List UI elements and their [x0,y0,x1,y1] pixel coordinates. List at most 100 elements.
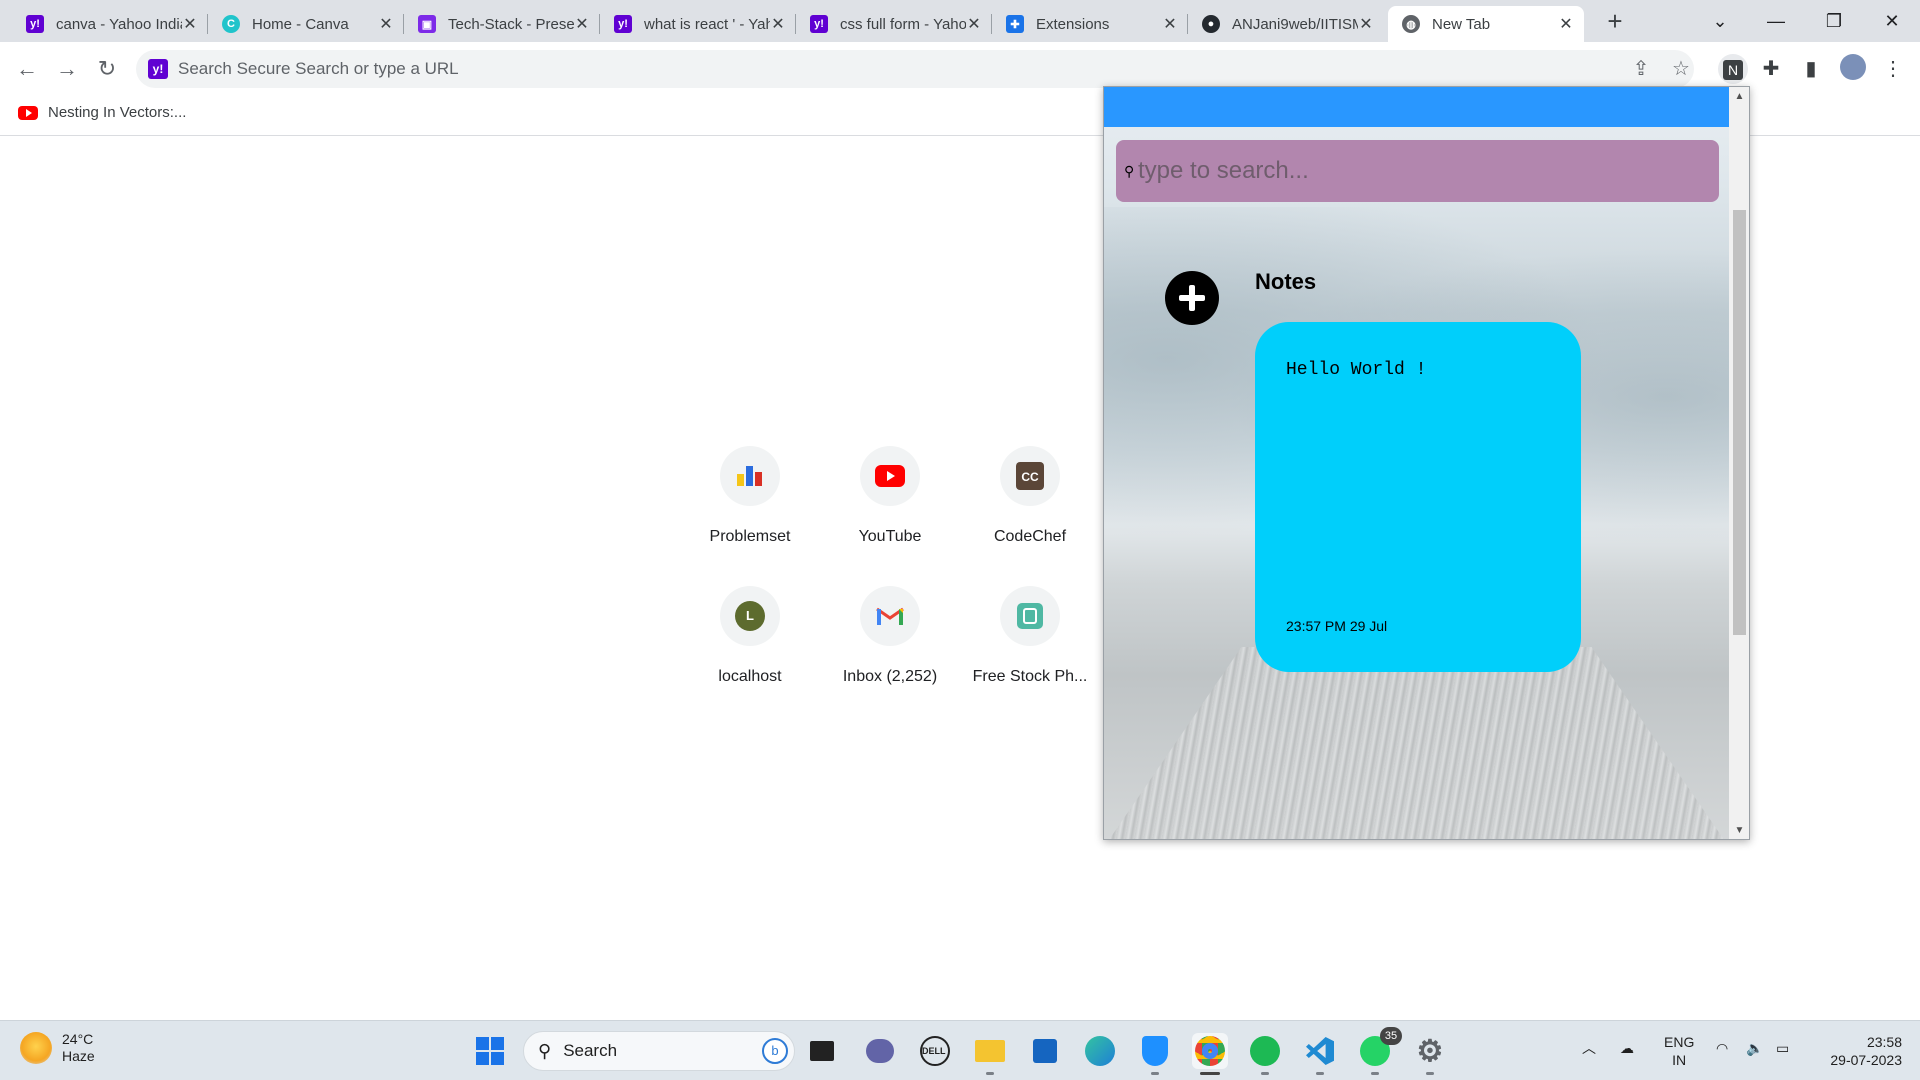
close-icon[interactable]: ✕ [1558,14,1574,34]
tab-title: Home - Canva [252,15,349,33]
tab-title: Tech-Stack - Presentation [448,15,574,33]
freepik-icon [1000,586,1060,646]
minimize-button[interactable]: — [1748,0,1804,42]
onedrive-icon[interactable]: ☁ [1620,1039,1634,1057]
shortcut-youtube[interactable]: YouTube [820,446,960,546]
close-icon[interactable]: ✕ [1358,14,1374,34]
close-icon[interactable]: ✕ [378,14,394,34]
tab-canva-yahoo[interactable]: y! canva - Yahoo India ✕ [12,6,208,42]
note-card[interactable]: Hello World ! 23:57 PM 29 Jul [1255,322,1581,672]
spotify-icon[interactable] [1247,1033,1283,1069]
settings-gear-icon[interactable]: ⚙ [1412,1033,1448,1069]
yahoo-icon: y! [810,15,828,33]
notes-title: Notes [1255,269,1317,294]
bar-chart-icon [720,446,780,506]
gmail-icon [860,586,920,646]
close-icon[interactable]: ✕ [1162,14,1178,34]
running-indicator [1151,1072,1159,1075]
security-shield-icon[interactable] [1137,1033,1173,1069]
close-icon[interactable]: ✕ [182,14,198,34]
clock-time: 23:58 [1866,1034,1902,1050]
shortcut-label: Problemset [709,528,791,545]
tab-title: what is react ' - Yahoo [644,15,770,33]
chrome-icon[interactable] [1192,1033,1228,1069]
bookmark-star-icon[interactable]: ☆ [1669,57,1693,81]
scroll-up-arrow-icon[interactable]: ▲ [1729,91,1749,102]
wifi-icon[interactable]: ◠ [1716,1039,1728,1057]
note-text: Hello World ! [1286,360,1427,380]
share-icon[interactable]: ⇪ [1629,57,1653,81]
letter-avatar: L [735,601,765,631]
tab-title: canva - Yahoo India [56,15,182,33]
notes-extension-popup: ⚲ Notes Hello World ! 23:57 PM 29 Jul ▲ … [1103,86,1750,840]
add-note-button[interactable] [1165,271,1219,325]
shortcuts-grid: Problemset YouTube CC CodeChef L localho… [680,446,1100,726]
tab-new-tab[interactable]: ◍ New Tab ✕ [1388,6,1584,42]
running-indicator [1261,1072,1269,1075]
clock[interactable]: 23:58 29-07-2023 [1812,1033,1902,1069]
close-window-button[interactable]: ✕ [1864,0,1920,42]
bing-icon[interactable]: b [762,1038,788,1064]
close-icon[interactable]: ✕ [770,14,786,34]
tab-github[interactable]: ● ANJani9web/IITISM ✕ [1188,6,1384,42]
presentation-icon: ▣ [418,15,436,33]
restore-button[interactable]: ❐ [1806,0,1862,42]
microsoft-store-icon[interactable] [1027,1033,1063,1069]
address-bar[interactable]: y! Search Secure Search or type a URL ⇪ … [136,50,1694,88]
tab-extensions[interactable]: ✚ Extensions ✕ [992,6,1188,42]
dell-icon[interactable]: DELL [917,1033,953,1069]
file-explorer-icon[interactable] [972,1033,1008,1069]
yahoo-icon: y! [26,15,44,33]
running-indicator [1316,1072,1324,1075]
shortcut-free-stock-photos[interactable]: Free Stock Ph... [960,586,1100,686]
bookmark-label: Nesting In Vectors:... [48,104,187,121]
tab-what-is-react[interactable]: y! what is react ' - Yahoo ✕ [600,6,796,42]
taskbar-search[interactable]: ⚲ Search b [523,1031,795,1071]
address-placeholder: Search Secure Search or type a URL [178,59,459,78]
notes-search-box[interactable]: ⚲ [1116,140,1719,202]
shortcut-problemset[interactable]: Problemset [680,446,820,546]
reload-button[interactable]: ↻ [92,54,122,84]
tab-tech-stack[interactable]: ▣ Tech-Stack - Presentation ✕ [404,6,600,42]
language-indicator[interactable]: ENG IN [1664,1033,1694,1069]
close-icon[interactable]: ✕ [966,14,982,34]
windows-start-icon[interactable] [472,1033,508,1069]
yahoo-icon: y! [148,59,168,79]
search-icon: ⚲ [1124,162,1135,179]
vscode-icon[interactable] [1302,1033,1338,1069]
tab-search-icon[interactable]: ⌄ [1692,0,1748,42]
note-timestamp: 23:57 PM 29 Jul [1286,618,1388,634]
popup-scrollbar[interactable]: ▲ ▼ [1729,87,1749,839]
battery-icon[interactable]: ▭ [1776,1039,1789,1057]
menu-icon[interactable]: ⋮ [1878,54,1908,84]
edge-icon[interactable] [1082,1033,1118,1069]
task-view-icon[interactable] [804,1033,840,1069]
github-icon: ● [1202,15,1220,33]
avatar[interactable] [1838,54,1868,84]
youtube-icon [860,446,920,506]
back-button[interactable]: ← [12,54,42,84]
notes-search-input[interactable] [1138,157,1698,185]
close-icon[interactable]: ✕ [574,14,590,34]
active-indicator [1200,1072,1220,1075]
new-tab-button[interactable]: + [1600,6,1630,36]
side-panel-icon[interactable]: ▮ [1796,54,1826,84]
tab-title: css full form - Yahoo [840,15,966,33]
extensions-puzzle-icon[interactable]: ✚ [1756,54,1786,84]
weather-widget[interactable]: 24°C Haze [20,1031,95,1065]
chevron-up-icon[interactable]: ︿ [1582,1039,1596,1057]
shortcut-label: CodeChef [993,528,1067,545]
scrollbar-thumb[interactable] [1733,210,1746,635]
bookmark-nesting-in-vectors[interactable]: Nesting In Vectors:... [18,104,186,121]
tab-css-full-form[interactable]: y! css full form - Yahoo ✕ [796,6,992,42]
volume-icon[interactable]: 🔈 [1746,1039,1763,1057]
running-indicator [986,1072,994,1075]
notes-extension-icon[interactable]: N [1718,54,1748,84]
shortcut-codechef[interactable]: CC CodeChef [960,446,1100,546]
scroll-down-arrow-icon[interactable]: ▼ [1729,825,1749,836]
teams-chat-icon[interactable] [862,1033,898,1069]
shortcut-localhost[interactable]: L localhost [680,586,820,686]
forward-button[interactable]: → [52,54,82,84]
tab-home-canva[interactable]: C Home - Canva ✕ [208,6,404,42]
shortcut-inbox[interactable]: Inbox (2,252) [820,586,960,686]
